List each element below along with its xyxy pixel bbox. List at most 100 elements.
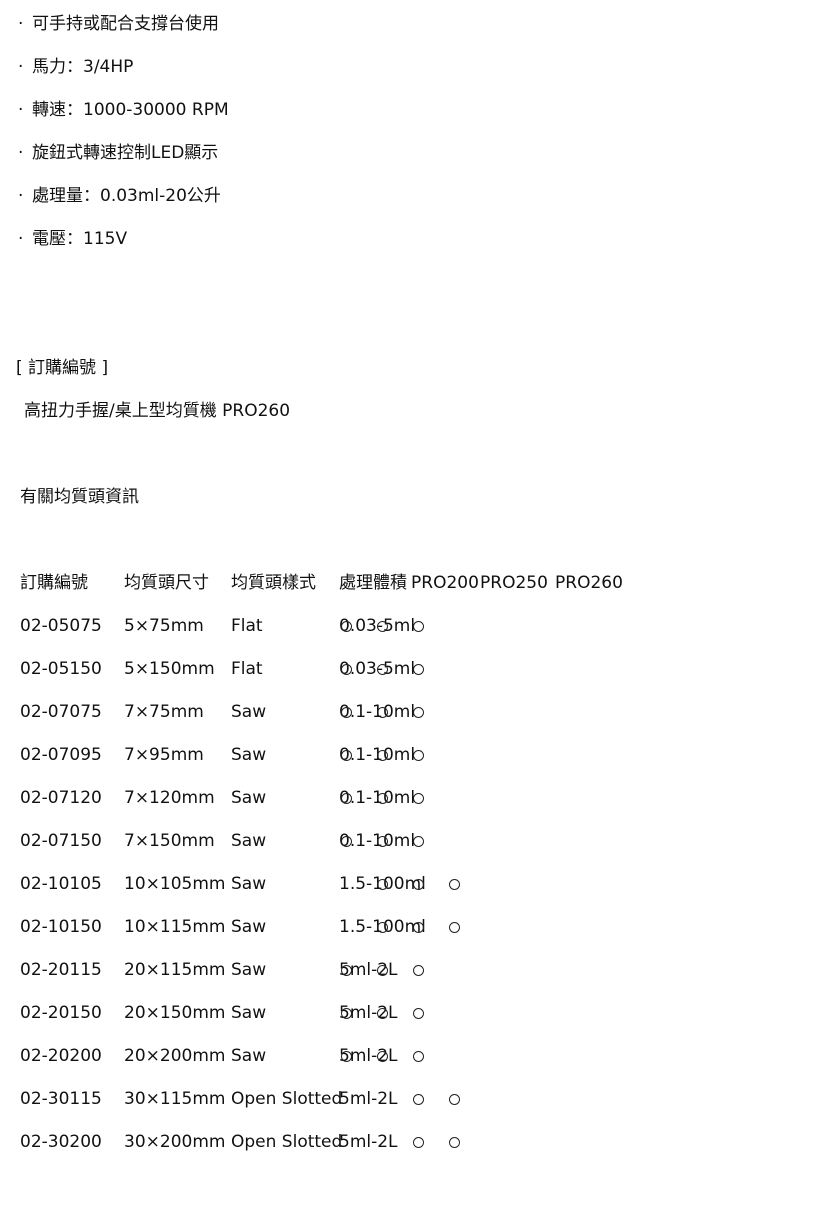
compatibility-mark-icon <box>377 621 388 632</box>
cell-style: Saw <box>231 960 267 980</box>
compatibility-mark-icon <box>413 793 424 804</box>
compatibility-mark-icon <box>341 1051 352 1062</box>
cell-style: Saw <box>231 1046 267 1066</box>
compatibility-mark-icon <box>413 965 424 976</box>
compatibility-mark-icon <box>377 793 388 804</box>
column-header-volume: 處理體積 <box>339 573 407 593</box>
compatibility-mark-icon <box>377 965 388 976</box>
compatibility-mark-icon <box>341 1008 352 1019</box>
cell-size: 20×150mm <box>124 1003 226 1023</box>
bullet-dot: · <box>18 57 24 77</box>
cell-style: Saw <box>231 788 267 808</box>
cell-code: 02-20115 <box>20 960 102 980</box>
compatibility-mark-icon <box>341 707 352 718</box>
cell-style: Saw <box>231 1003 267 1023</box>
cell-style: Saw <box>231 745 267 765</box>
cell-style: Flat <box>231 659 263 679</box>
cell-size: 7×120mm <box>124 788 215 808</box>
compatibility-mark-icon <box>413 922 424 933</box>
column-header-code: 訂購編號 <box>20 573 88 593</box>
bullet-dot: · <box>18 100 24 120</box>
compatibility-mark-icon <box>377 664 388 675</box>
feature-item: · 處理量：0.03ml-20公升 <box>18 184 221 208</box>
cell-style: Flat <box>231 616 263 636</box>
feature-item: · 電壓：115V <box>18 227 127 251</box>
cell-code: 02-10150 <box>20 917 102 937</box>
compatibility-mark-icon <box>377 879 388 890</box>
compatibility-mark-icon <box>341 621 352 632</box>
cell-style: Saw <box>231 874 267 894</box>
feature-item: · 旋鈕式轉速控制LED顯示 <box>18 141 218 165</box>
compatibility-mark-icon <box>377 1008 388 1019</box>
order-number-value: 高扭力手握/桌上型均質機 PRO260 <box>24 401 291 421</box>
compatibility-mark-icon <box>341 664 352 675</box>
compatibility-mark-icon <box>377 750 388 761</box>
compatibility-mark-icon <box>413 1137 424 1148</box>
cell-code: 02-07150 <box>20 831 102 851</box>
cell-style: Open Slotted <box>231 1089 343 1109</box>
column-header-pro260: PRO260 <box>555 573 623 593</box>
feature-item: · 可手持或配合支撐台使用 <box>18 12 219 36</box>
cell-size: 5×150mm <box>124 659 215 679</box>
order-heading: [ 訂購編號 ] <box>16 358 109 378</box>
cell-size: 5×75mm <box>124 616 204 636</box>
cell-size: 30×115mm <box>124 1089 226 1109</box>
bullet-dot: · <box>18 186 24 206</box>
compatibility-mark-icon <box>449 1094 460 1105</box>
compatibility-mark-icon <box>413 707 424 718</box>
bullet-dot: · <box>18 229 24 249</box>
compatibility-mark-icon <box>341 836 352 847</box>
bullet-dot: · <box>18 143 24 163</box>
cell-code: 02-10105 <box>20 874 102 894</box>
compatibility-mark-icon <box>413 879 424 890</box>
cell-style: Saw <box>231 831 267 851</box>
cell-size: 20×200mm <box>124 1046 226 1066</box>
compatibility-mark-icon <box>377 707 388 718</box>
bullet-dot: · <box>18 14 24 34</box>
cell-code: 02-07095 <box>20 745 102 765</box>
compatibility-mark-icon <box>413 1008 424 1019</box>
cell-volume: 5ml-2L <box>339 1089 398 1109</box>
compatibility-mark-icon <box>449 1137 460 1148</box>
compatibility-mark-icon <box>413 750 424 761</box>
cell-code: 02-05150 <box>20 659 102 679</box>
compatibility-mark-icon <box>413 836 424 847</box>
compatibility-mark-icon <box>341 793 352 804</box>
cell-style: Saw <box>231 702 267 722</box>
compatibility-mark-icon <box>413 664 424 675</box>
feature-text: 旋鈕式轉速控制LED顯示 <box>32 143 219 163</box>
cell-code: 02-20150 <box>20 1003 102 1023</box>
compatibility-mark-icon <box>449 879 460 890</box>
cell-code: 02-05075 <box>20 616 102 636</box>
cell-size: 7×75mm <box>124 702 204 722</box>
cell-code: 02-07075 <box>20 702 102 722</box>
feature-text: 處理量：0.03ml-20公升 <box>32 186 221 206</box>
compatibility-mark-icon <box>341 965 352 976</box>
compatibility-mark-icon <box>377 922 388 933</box>
compatibility-mark-icon <box>413 1094 424 1105</box>
column-header-style: 均質頭樣式 <box>231 573 316 593</box>
cell-size: 10×105mm <box>124 874 226 894</box>
feature-text: 馬力：3/4HP <box>32 57 134 77</box>
cell-style: Saw <box>231 917 267 937</box>
compatibility-mark-icon <box>341 750 352 761</box>
column-header-size: 均質頭尺寸 <box>124 573 209 593</box>
compatibility-mark-icon <box>449 922 460 933</box>
feature-text: 轉速：1000-30000 RPM <box>32 100 229 120</box>
cell-size: 7×95mm <box>124 745 204 765</box>
cell-volume: 5ml-2L <box>339 1132 398 1152</box>
compatibility-mark-icon <box>377 1051 388 1062</box>
feature-text: 可手持或配合支撐台使用 <box>32 14 219 34</box>
probe-info-heading: 有關均質頭資訊 <box>20 487 139 507</box>
compatibility-mark-icon <box>377 836 388 847</box>
cell-code: 02-30200 <box>20 1132 102 1152</box>
cell-size: 7×150mm <box>124 831 215 851</box>
column-header-pro250: PRO250 <box>480 573 548 593</box>
compatibility-mark-icon <box>413 1051 424 1062</box>
cell-code: 02-07120 <box>20 788 102 808</box>
cell-style: Open Slotted <box>231 1132 343 1152</box>
feature-text: 電壓：115V <box>32 229 128 249</box>
feature-item: · 轉速：1000-30000 RPM <box>18 98 229 122</box>
feature-item: · 馬力：3/4HP <box>18 55 133 79</box>
cell-code: 02-20200 <box>20 1046 102 1066</box>
